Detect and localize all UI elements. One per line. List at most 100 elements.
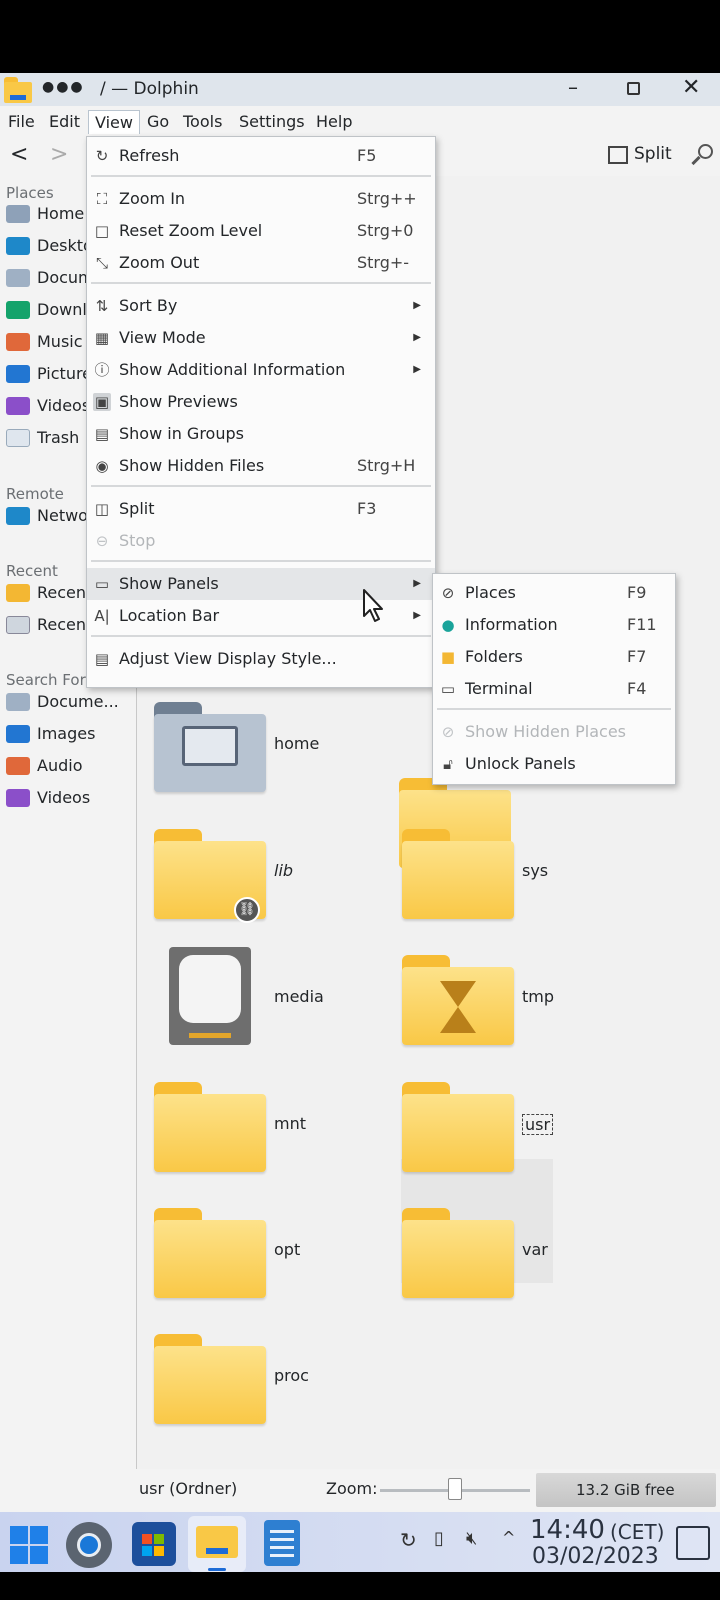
menu-settings[interactable]: Settings	[233, 110, 311, 134]
file-item-media[interactable]: media	[154, 945, 394, 1065]
submenu-arrow-icon: ▶	[413, 578, 421, 589]
display-style-icon: ▤	[94, 650, 110, 668]
zoom-reset-icon: □	[94, 222, 110, 240]
menu-item-show-previews[interactable]: ▣ Show Previews	[87, 386, 435, 418]
zoom-slider-handle[interactable]	[448, 1478, 462, 1500]
refresh-icon: ↻	[95, 147, 109, 165]
menu-bar: File Edit View Go Tools Settings Help	[0, 106, 720, 136]
back-button[interactable]: <	[10, 142, 28, 167]
preview-icon: ▣	[93, 393, 111, 411]
monitor-icon	[182, 726, 238, 766]
close-button[interactable]: ✕	[682, 75, 700, 100]
submenu-arrow-icon: ▶	[413, 300, 421, 311]
menu-tools[interactable]: Tools	[177, 110, 228, 134]
settings-gear-icon[interactable]	[66, 1522, 112, 1568]
menu-item-reset-zoom[interactable]: □ Reset Zoom Level Strg+0	[87, 215, 435, 247]
file-item-proc[interactable]: proc	[154, 1324, 394, 1444]
file-item-var[interactable]: var	[402, 1198, 642, 1318]
clock-time: 14:40	[530, 1515, 605, 1545]
submenu-arrow-icon: ▶	[413, 364, 421, 375]
sidebar-item-search-images[interactable]: Images	[6, 720, 136, 748]
menu-item-show-hidden-files[interactable]: ◉ Show Hidden Files Strg+H	[87, 450, 435, 482]
menu-go[interactable]: Go	[141, 110, 175, 134]
overflow-dots[interactable]: ●●●	[42, 79, 85, 95]
selection-status: usr (Ordner)	[139, 1479, 238, 1498]
file-label: tmp	[522, 987, 555, 1006]
menu-item-split[interactable]: ◫ Split F3	[87, 493, 435, 525]
menu-help[interactable]: Help	[310, 110, 358, 134]
minimize-button[interactable]: –	[568, 75, 578, 99]
videos-icon	[6, 397, 30, 415]
file-manager-taskbar-icon[interactable]	[188, 1516, 246, 1572]
location-bar-icon: A|	[94, 607, 110, 625]
clock-timezone: (CET)	[610, 1520, 665, 1544]
taskbar: ↻ ▯ 🔇︎ ^ 14:40 (CET) 03/02/2023	[0, 1512, 720, 1572]
volume-muted-icon[interactable]: 🔇︎	[466, 1528, 477, 1549]
separator	[91, 282, 431, 284]
file-label: home	[274, 734, 320, 753]
menu-item-view-mode[interactable]: ▦ View Mode ▶	[87, 322, 435, 354]
menu-item-places-panel[interactable]: ⊘ Places F9	[433, 577, 675, 609]
menu-item-additional-info[interactable]: ⓘ Show Additional Information ▶	[87, 354, 435, 386]
separator	[437, 708, 671, 710]
hidden-icon: ⊘	[441, 723, 455, 741]
menu-file[interactable]: File	[2, 110, 41, 134]
start-button-icon[interactable]	[10, 1526, 48, 1564]
file-item-tmp[interactable]: tmp	[402, 945, 642, 1065]
menu-item-zoom-in[interactable]: ⛶ Zoom In Strg++	[87, 183, 435, 215]
file-label: var	[522, 1240, 548, 1259]
title-bar: ●●● / — Dolphin – ✕	[0, 73, 720, 106]
menu-edit[interactable]: Edit	[43, 110, 86, 134]
menu-item-folders-panel[interactable]: ■ Folders F7	[433, 641, 675, 673]
search-icon[interactable]	[690, 144, 714, 168]
file-item-lib[interactable]: ⛓ lib	[154, 819, 394, 939]
show-desktop-button[interactable]	[676, 1526, 710, 1560]
menu-item-unlock-panels[interactable]: 🔓︎ Unlock Panels	[433, 748, 675, 780]
file-item-sys[interactable]: sys	[402, 819, 642, 939]
submenu-arrow-icon: ▶	[413, 610, 421, 621]
clipboard-icon[interactable]: ▯	[434, 1528, 444, 1549]
menu-item-zoom-out[interactable]: ⤡ Zoom Out Strg+-	[87, 247, 435, 279]
file-item-opt[interactable]: opt	[154, 1198, 394, 1318]
images-icon	[6, 725, 30, 743]
compass-icon: ⊘	[441, 584, 455, 602]
documents-icon	[6, 269, 30, 287]
menu-item-refresh[interactable]: ↻ Refresh F5	[87, 140, 435, 172]
sidebar-item-search-videos[interactable]: Videos	[6, 784, 136, 812]
network-icon	[6, 507, 30, 525]
menu-view[interactable]: View	[88, 110, 140, 134]
menu-item-show-in-groups[interactable]: ▤ Show in Groups	[87, 418, 435, 450]
update-icon[interactable]: ↻	[400, 1528, 417, 1552]
file-item-home[interactable]: home	[154, 692, 394, 812]
sidebar-item-search-audio[interactable]: Audio	[6, 752, 136, 780]
separator	[91, 560, 431, 562]
window-title: / — Dolphin	[100, 79, 199, 99]
notepad-icon[interactable]	[264, 1520, 300, 1566]
split-button[interactable]: Split	[606, 144, 680, 168]
panels-submenu: ⊘ Places F9 ● Information F11 ■ Folders F7 ▭ Te…	[432, 573, 676, 785]
unlock-icon: 🔓︎	[443, 755, 453, 773]
store-icon[interactable]	[132, 1522, 176, 1566]
menu-item-terminal-panel[interactable]: ▭ Terminal F4	[433, 673, 675, 705]
file-label: lib	[274, 861, 294, 880]
pictures-icon	[6, 365, 30, 383]
file-label: proc	[274, 1366, 309, 1385]
folder-icon: ■	[440, 648, 456, 666]
section-recent-heading: Recent	[6, 562, 58, 580]
forward-button[interactable]: >	[50, 142, 68, 167]
menu-item-information-panel[interactable]: ● Information F11	[433, 609, 675, 641]
file-item-mnt[interactable]: mnt	[154, 1072, 394, 1192]
menu-item-adjust-display-style[interactable]: ▤ Adjust View Display Style...	[87, 643, 435, 675]
clock-date[interactable]: 03/02/2023	[532, 1544, 659, 1569]
documents-icon	[6, 693, 30, 711]
file-label: usr	[522, 1114, 554, 1135]
menu-item-show-hidden-places: ⊘ Show Hidden Places	[433, 716, 675, 748]
sidebar-item-search-documents[interactable]: Docume...	[6, 688, 136, 716]
chevron-up-icon[interactable]: ^	[502, 1528, 515, 1547]
maximize-button[interactable]	[627, 82, 640, 95]
file-label: sys	[522, 861, 549, 880]
file-item-usr[interactable]: usr	[402, 1072, 642, 1192]
groups-icon: ▤	[94, 425, 110, 443]
menu-item-sort-by[interactable]: ⇅ Sort By ▶	[87, 290, 435, 322]
file-label: media	[274, 987, 324, 1006]
